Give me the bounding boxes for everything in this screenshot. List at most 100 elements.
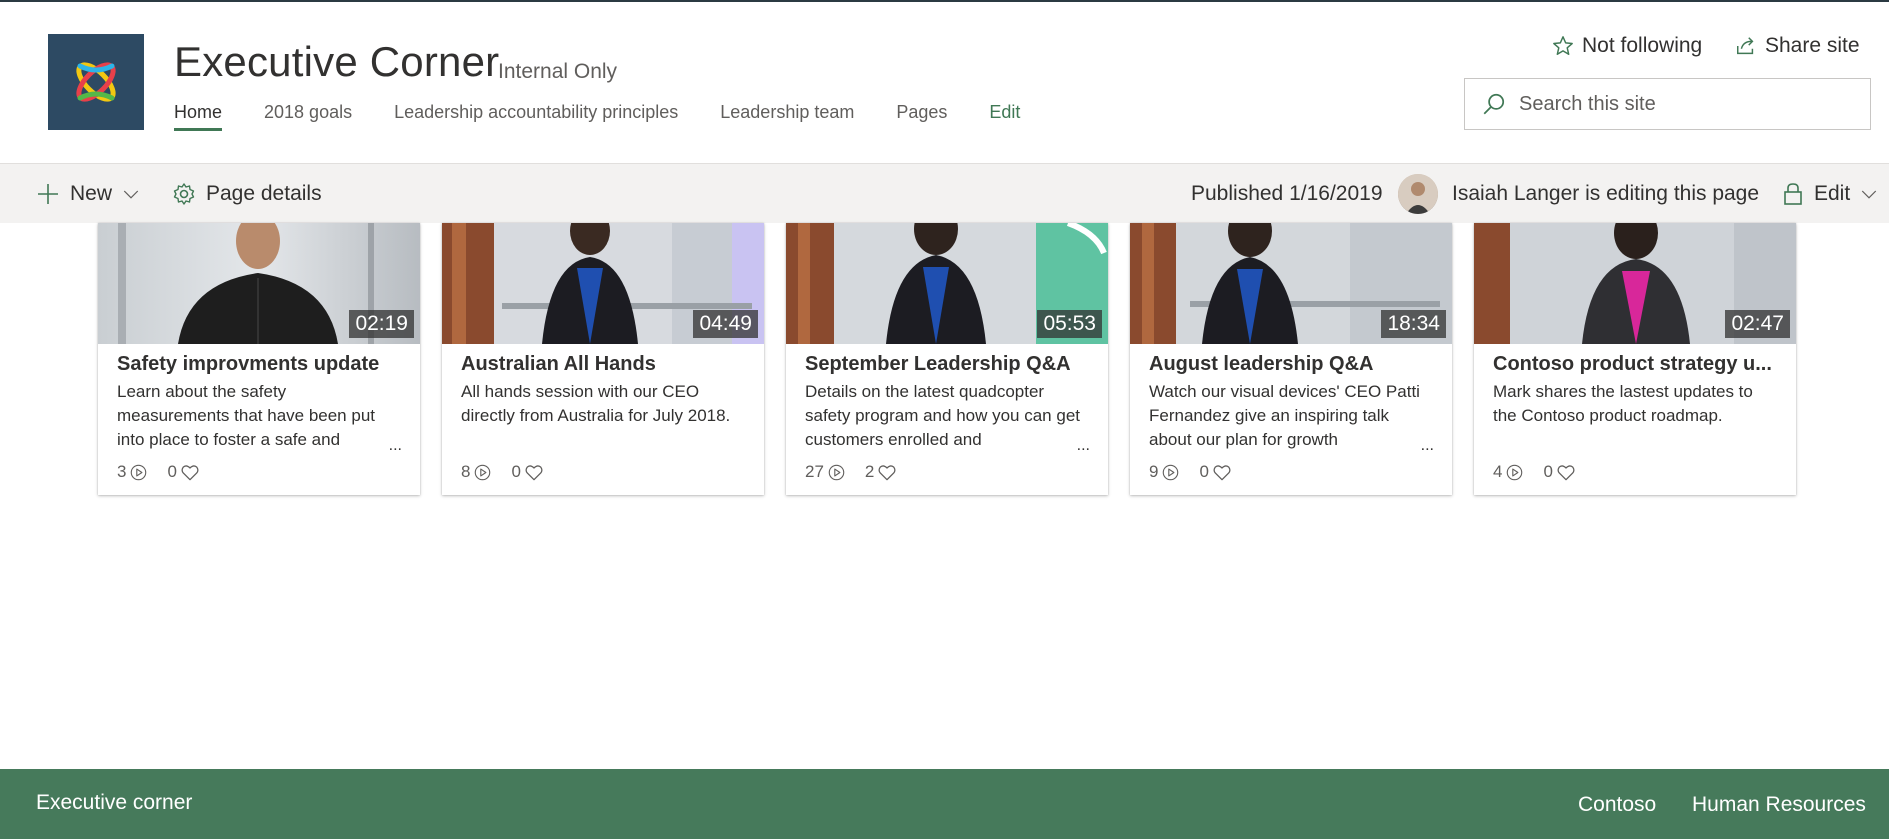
view-count-value: 9 — [1149, 462, 1159, 481]
video-description: Watch our visual devices' CEO Patti Fern… — [1149, 382, 1420, 449]
like-count-value: 0 — [511, 462, 521, 481]
follow-button[interactable]: Not following — [1552, 34, 1702, 58]
view-count: 3 — [117, 462, 147, 482]
view-count: 9 — [1149, 462, 1179, 482]
like-count-value: 2 — [864, 462, 875, 481]
site-classification-label: Internal Only — [498, 60, 618, 83]
edit-button[interactable]: Edit — [1782, 164, 1878, 224]
video-description: All hands session with our CEO directly … — [461, 382, 731, 425]
like-count[interactable]: 2 — [865, 462, 896, 482]
published-status: Published 1/16/2019 — [1191, 182, 1383, 205]
gear-icon — [173, 183, 195, 205]
video-thumbnail[interactable]: 04:49 — [442, 223, 764, 344]
like-count[interactable]: 0 — [167, 462, 199, 482]
video-title[interactable]: Safety improvments update — [117, 353, 407, 376]
more-text-indicator: ... — [1076, 437, 1090, 454]
heart-icon — [1557, 464, 1575, 480]
view-count-value: 27 — [805, 462, 824, 481]
search-input[interactable] — [1519, 92, 1839, 116]
video-stats: 4 0 — [1493, 462, 1595, 482]
person-avatar-image — [1398, 174, 1438, 214]
site-footer: Executive corner Contoso Human Resources — [0, 769, 1889, 839]
footer-title: Executive corner — [36, 791, 193, 814]
video-title[interactable]: September Leadership Q&A — [805, 353, 1095, 376]
site-header: Executive Corner Internal Only Home 2018… — [0, 2, 1889, 163]
like-count[interactable]: 0 — [1543, 462, 1575, 482]
like-count[interactable]: 0 — [511, 462, 543, 482]
video-duration: 18:34 — [1381, 310, 1446, 338]
video-thumbnail[interactable]: 05:53 — [786, 223, 1108, 344]
play-icon — [131, 464, 147, 480]
like-count[interactable]: 0 — [1199, 462, 1231, 482]
video-card[interactable]: 05:53 September Leadership Q&A Details o… — [786, 223, 1108, 495]
view-count-value: 8 — [461, 462, 471, 481]
heart-icon — [878, 464, 896, 480]
nav-edit-link[interactable]: Edit — [989, 102, 1020, 131]
site-navigation: Home 2018 goals Leadership accountabilit… — [174, 102, 1062, 131]
more-text-indicator: ... — [1420, 437, 1434, 454]
page-details-label: Page details — [206, 182, 322, 205]
video-card[interactable]: 02:19 Safety improvments update Learn ab… — [98, 223, 420, 495]
search-box[interactable] — [1464, 78, 1871, 130]
chevron-down-icon — [1862, 190, 1877, 199]
nav-item-2018-goals[interactable]: 2018 goals — [264, 102, 352, 131]
like-count-value: 0 — [1543, 462, 1553, 481]
video-description: Learn about the safety measurements that… — [117, 382, 375, 449]
play-icon — [1163, 464, 1179, 480]
play-icon — [475, 464, 491, 480]
view-count: 4 — [1493, 462, 1523, 482]
avatar — [1398, 174, 1438, 214]
nav-item-leadership-team[interactable]: Leadership team — [720, 102, 854, 131]
new-label: New — [70, 182, 113, 205]
lock-icon — [1784, 183, 1802, 205]
footer-link-human-resources[interactable]: Human Resources — [1692, 793, 1866, 817]
site-title[interactable]: Executive Corner — [174, 38, 499, 86]
video-card[interactable]: 02:47 Contoso product strategy u... Mark… — [1474, 223, 1796, 495]
video-thumbnail[interactable]: 02:19 — [98, 223, 420, 344]
video-description: Details on the latest quadcopter safety … — [805, 382, 1080, 449]
video-duration: 02:47 — [1725, 310, 1790, 338]
play-icon — [1507, 464, 1523, 480]
nav-item-leadership-accountability[interactable]: Leadership accountability principles — [394, 102, 678, 131]
video-title[interactable]: Contoso product strategy u... — [1493, 353, 1783, 376]
video-thumbnail[interactable]: 02:47 — [1474, 223, 1796, 344]
video-duration: 04:49 — [693, 310, 758, 338]
follow-label: Not following — [1582, 34, 1703, 57]
edit-label: Edit — [1814, 182, 1851, 205]
video-description: Mark shares the lastest updates to the C… — [1493, 382, 1753, 425]
video-duration: 02:19 — [349, 310, 414, 338]
star-icon — [1553, 36, 1573, 55]
view-count-value: 4 — [1493, 462, 1503, 481]
command-bar: New Page details Published 1/16/2019 Isa… — [0, 163, 1889, 223]
nav-item-home[interactable]: Home — [174, 102, 223, 131]
site-logo[interactable] — [48, 34, 144, 130]
share-site-button[interactable]: Share site — [1735, 34, 1860, 58]
chevron-down-icon — [123, 190, 139, 199]
video-stats: 8 0 — [461, 462, 563, 482]
video-title[interactable]: Australian All Hands — [461, 353, 751, 376]
play-icon — [828, 464, 845, 480]
nav-item-pages[interactable]: Pages — [896, 102, 947, 131]
view-count: 8 — [461, 462, 491, 482]
like-count-value: 0 — [1199, 462, 1209, 481]
footer-link-contoso[interactable]: Contoso — [1578, 793, 1656, 817]
more-text-indicator: ... — [388, 437, 402, 454]
page-details-button[interactable]: Page details — [172, 164, 322, 224]
share-icon — [1737, 37, 1754, 55]
heart-icon — [1213, 464, 1231, 480]
video-thumbnail[interactable]: 18:34 — [1130, 223, 1452, 344]
video-card[interactable]: 04:49 Australian All Hands All hands ses… — [442, 223, 764, 495]
plus-icon — [38, 184, 58, 204]
search-icon — [1483, 93, 1505, 115]
video-card[interactable]: 18:34 August leadership Q&A Watch our vi… — [1130, 223, 1452, 495]
video-stats: 9 0 — [1149, 462, 1251, 482]
editing-status: Isaiah Langer is editing this page — [1452, 182, 1760, 205]
video-title[interactable]: August leadership Q&A — [1149, 353, 1439, 376]
view-count-value: 3 — [117, 462, 127, 481]
video-card-list: 02:19 Safety improvments update Learn ab… — [98, 223, 1798, 495]
contoso-logo-icon — [76, 62, 116, 102]
view-count: 27 — [805, 462, 845, 482]
share-label: Share site — [1765, 34, 1860, 57]
video-duration: 05:53 — [1037, 310, 1102, 338]
new-button[interactable]: New — [36, 164, 140, 224]
